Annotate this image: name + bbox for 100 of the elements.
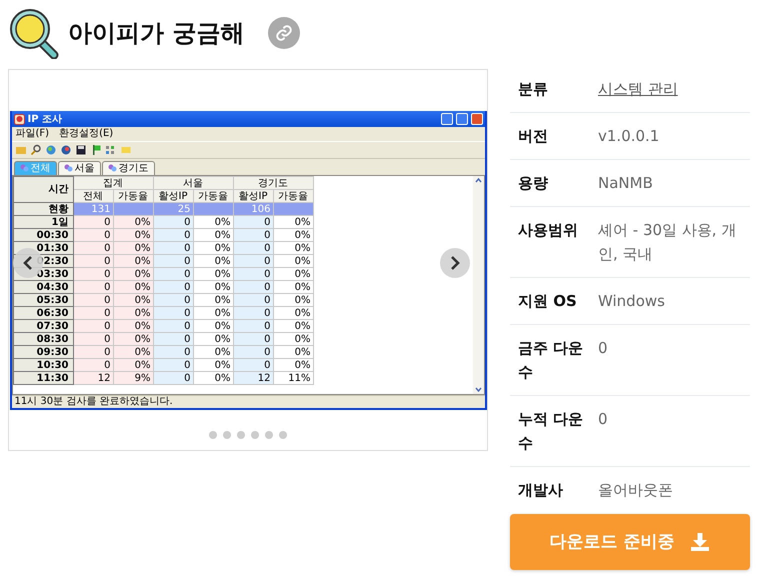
table-cell: 0% — [193, 242, 233, 254]
maximize-button[interactable] — [456, 113, 468, 125]
column-header: 시간 — [13, 176, 73, 202]
table-cell: 0% — [193, 358, 233, 372]
field-label: 누적 다운수 — [518, 409, 584, 454]
table-cell: 0% — [193, 372, 233, 384]
column-header: 활성IP — [153, 190, 193, 202]
table-cell: 0% — [273, 320, 313, 332]
table-cell: 0 — [73, 346, 113, 358]
field-value: 0 — [598, 338, 608, 359]
table-cell: 0 — [233, 294, 273, 306]
column-header: 활성IP — [233, 190, 273, 202]
table-cell: 0% — [113, 216, 153, 228]
table-cell: 0% — [113, 332, 153, 346]
link-icon[interactable] — [268, 17, 300, 49]
close-button[interactable] — [470, 113, 482, 125]
field-value: Windows — [598, 291, 665, 312]
table-cell: 0 — [153, 358, 193, 372]
table-cell: 0 — [153, 372, 193, 384]
table-cell: 0 — [73, 280, 113, 294]
carousel-dot[interactable] — [223, 431, 231, 439]
table-cell: 0% — [193, 320, 233, 332]
column-header: 경기도 — [233, 176, 313, 190]
window-title: IP 조사 — [28, 114, 64, 124]
chevron-right-icon — [448, 255, 462, 271]
chevron-left-icon — [21, 255, 35, 271]
save-icon[interactable] — [74, 144, 86, 156]
globe-icon[interactable] — [60, 144, 72, 156]
carousel-dot[interactable] — [279, 431, 287, 439]
menu-item[interactable]: 파일(F) — [16, 128, 50, 140]
table-cell: 0% — [273, 228, 313, 242]
table-cell: 0 — [233, 306, 273, 320]
row-header: 09:30 — [13, 346, 73, 358]
table-cell: 0% — [193, 280, 233, 294]
field-value: 셰어 - 30일 사용, 개인, 국내 — [598, 220, 738, 265]
table-cell: 0 — [73, 216, 113, 228]
table-cell: 0% — [113, 254, 153, 268]
table-cell: 0% — [113, 228, 153, 242]
carousel-dot[interactable] — [265, 431, 273, 439]
row-header: 1일 — [13, 216, 73, 228]
table-cell: 0 — [153, 306, 193, 320]
table-cell: 0% — [273, 306, 313, 320]
table-cell: 0% — [113, 280, 153, 294]
table-cell: 0 — [233, 320, 273, 332]
table-cell: 0 — [153, 332, 193, 346]
minimize-button[interactable] — [440, 113, 452, 125]
app-title: 아이피가 궁금해 — [68, 18, 244, 49]
table-cell: 0 — [73, 358, 113, 372]
search-icon[interactable] — [30, 144, 42, 156]
field-label: 버전 — [518, 126, 549, 147]
field-value: v1.0.0.1 — [598, 126, 660, 147]
grid-icon[interactable] — [104, 144, 116, 156]
table-cell: 25 — [153, 202, 193, 216]
table-cell: 0 — [153, 294, 193, 306]
row-header: 11:30 — [13, 372, 73, 384]
field-label: 용량 — [518, 173, 549, 194]
field-label: 지원 OS — [518, 291, 578, 312]
table-cell: 0 — [73, 320, 113, 332]
column-header: 가동율 — [193, 190, 233, 202]
table-cell: 0 — [153, 268, 193, 280]
tab[interactable]: 서울 — [58, 161, 100, 175]
row-header: 08:30 — [13, 332, 73, 346]
carousel-dot[interactable] — [209, 431, 217, 439]
column-header: 집계 — [73, 176, 153, 190]
field-label: 금주 다운수 — [518, 338, 584, 383]
table-cell: 0% — [113, 346, 153, 358]
status-bar: 11시 30분 검사를 완료하였습니다. — [12, 395, 484, 408]
table-cell: 0% — [193, 254, 233, 268]
table-cell: 0% — [113, 320, 153, 332]
table-cell: 0% — [273, 242, 313, 254]
menu-item[interactable]: 환경설정(E) — [59, 128, 114, 140]
table-cell: 0 — [153, 320, 193, 332]
field-value: 0 — [598, 409, 608, 430]
table-cell: 0 — [153, 346, 193, 358]
carousel-dot[interactable] — [237, 431, 245, 439]
row-header: 05:30 — [13, 294, 73, 306]
table-cell: 0 — [73, 332, 113, 346]
table-cell: 0% — [193, 216, 233, 228]
table-cell: 0 — [73, 242, 113, 254]
table-cell: 0% — [113, 242, 153, 254]
table-cell: 0 — [233, 358, 273, 372]
scrollbar[interactable] — [472, 176, 484, 394]
table-cell: 0 — [233, 332, 273, 346]
table-cell: 0% — [113, 358, 153, 372]
table-cell: 0% — [273, 294, 313, 306]
table-cell: 0 — [153, 242, 193, 254]
row-header: 07:30 — [13, 320, 73, 332]
table-cell: 0% — [273, 254, 313, 268]
tab[interactable]: 경기도 — [102, 161, 154, 175]
table-cell: 0% — [273, 216, 313, 228]
table-cell: 0 — [233, 216, 273, 228]
row-header: 00:30 — [13, 228, 73, 242]
column-header: 전체 — [73, 190, 113, 202]
carousel-dot[interactable] — [251, 431, 259, 439]
category-link[interactable]: 시스템 관리 — [598, 77, 678, 101]
scroll-down-icon[interactable] — [474, 385, 482, 394]
globe-icon[interactable] — [44, 144, 56, 156]
field-value: NaNMB — [598, 173, 653, 194]
scroll-up-icon[interactable] — [474, 176, 482, 185]
field-label: 분류 — [518, 79, 549, 100]
